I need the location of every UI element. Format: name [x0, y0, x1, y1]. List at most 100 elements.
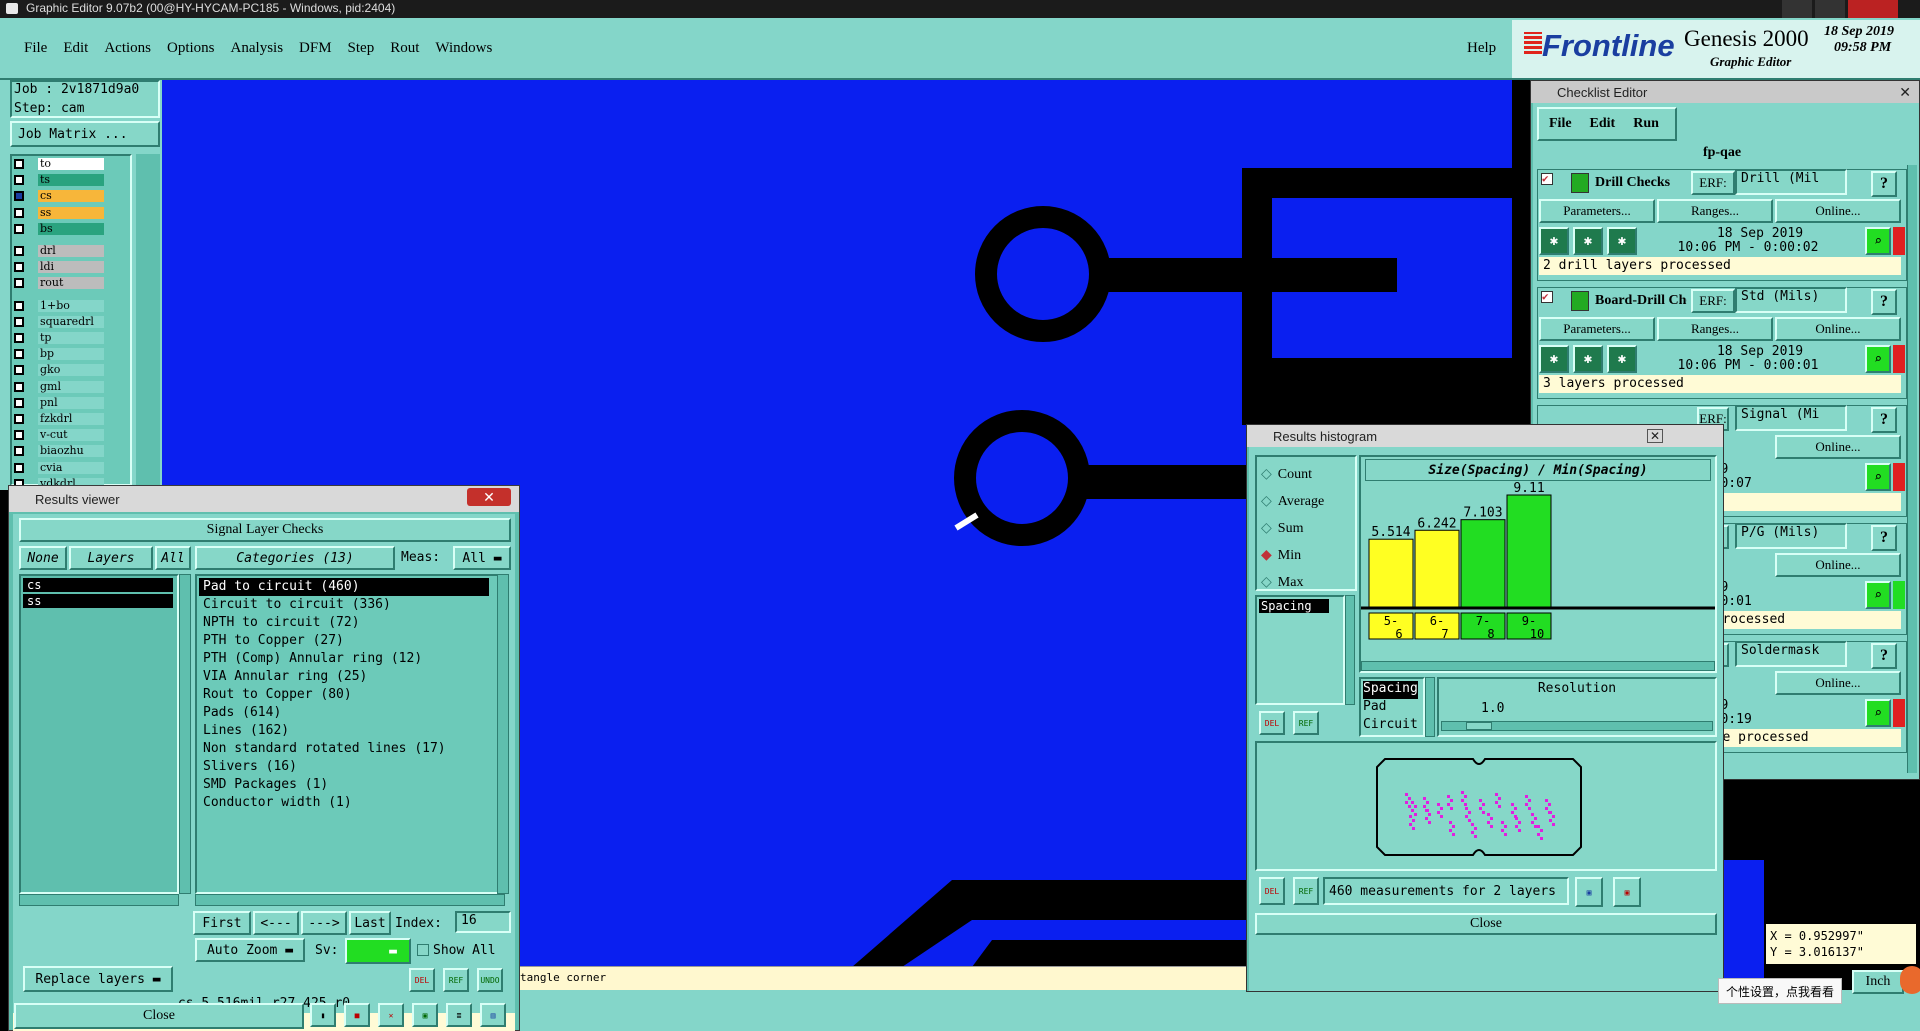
layer-row[interactable]: cvia [14, 461, 104, 474]
category-item[interactable]: NPTH to circuit (72) [199, 614, 489, 632]
histogram-close-button[interactable]: Close [1255, 913, 1717, 935]
type-item[interactable]: Pad [1363, 699, 1418, 717]
replace-layers-select[interactable]: Replace layers ▬ [23, 966, 173, 992]
checklist-menu-file[interactable]: File [1549, 116, 1572, 132]
layer-row[interactable]: pnl [14, 396, 104, 409]
none-button[interactable]: None [19, 546, 67, 570]
ranges-button[interactable]: Ranges... [1657, 199, 1773, 223]
histogram-list-item[interactable]: Spacing [1259, 599, 1329, 613]
layer-row[interactable]: gml [14, 380, 104, 393]
checklist-menu-edit[interactable]: Edit [1590, 116, 1616, 132]
layer-checkbox[interactable] [14, 365, 24, 376]
type-item[interactable]: Spacing [1363, 681, 1418, 699]
layer-checkbox[interactable] [14, 414, 24, 424]
zoom-results-icon[interactable]: ⌕ [1865, 699, 1891, 727]
layer-checkbox[interactable] [14, 300, 24, 311]
histogram-ref-button[interactable]: REF [1293, 711, 1319, 735]
layer-checkbox[interactable] [14, 191, 24, 202]
layer-row[interactable]: squaredrl [14, 315, 104, 328]
erf-button[interactable]: ERF: [1691, 171, 1735, 195]
zoom-results-icon[interactable]: ⌕ [1865, 581, 1891, 609]
meas-select[interactable]: All ▬ [453, 546, 511, 570]
erf-field[interactable]: P/G (Mils) [1735, 523, 1847, 549]
zoom-results-icon[interactable]: ⌕ [1865, 345, 1891, 373]
menu-edit[interactable]: Edit [63, 40, 88, 57]
preview-del-button[interactable]: DEL [1259, 877, 1285, 905]
layer-row[interactable]: ldi [14, 261, 104, 274]
mode-option[interactable]: ◇ Average [1261, 488, 1324, 515]
job-matrix-button[interactable]: Job Matrix ... [10, 121, 160, 147]
layer-row[interactable]: ts [14, 174, 104, 187]
check-enable-checkbox[interactable]: ✔ [1541, 173, 1553, 185]
layer-row[interactable]: gko [14, 364, 104, 377]
check-enable-checkbox[interactable]: ✔ [1541, 291, 1553, 303]
unit-button[interactable]: Inch [1852, 970, 1904, 994]
results-layer-item[interactable]: ss [23, 594, 173, 608]
layer-row[interactable]: biaozhu [14, 445, 104, 458]
zoom-select-icon[interactable]: ▣ [1613, 877, 1641, 907]
mode-option[interactable]: ◇ Sum [1261, 515, 1324, 542]
layer-checkbox[interactable] [14, 349, 24, 360]
erf-field[interactable]: Std (Mils) [1735, 287, 1847, 313]
sv-color-select[interactable]: ▬ [345, 938, 411, 964]
erf-field[interactable]: Drill (Mil [1735, 169, 1847, 195]
ranges-button[interactable]: Ranges... [1657, 317, 1773, 341]
help-icon[interactable]: ? [1871, 643, 1897, 669]
category-item[interactable]: Circuit to circuit (336) [199, 596, 489, 614]
histogram-del-button[interactable]: DEL [1259, 711, 1285, 735]
erf-field[interactable]: Soldermask [1735, 641, 1847, 667]
layer-vscroll[interactable] [179, 574, 191, 894]
menu-file[interactable]: File [24, 40, 47, 57]
layer-hscroll[interactable] [19, 894, 179, 906]
stop-icon[interactable]: ✱ [1607, 345, 1637, 373]
layer-checkbox[interactable] [14, 446, 24, 457]
mode-option[interactable]: ◇ Max [1261, 569, 1324, 596]
parameters-button[interactable]: Parameters... [1539, 317, 1655, 341]
chart-hscroll[interactable] [1361, 661, 1715, 671]
category-item[interactable]: Lines (162) [199, 722, 489, 740]
radio-icon[interactable]: ◆ [1261, 547, 1272, 564]
category-vscroll[interactable] [497, 574, 509, 894]
help-icon[interactable]: ? [1871, 171, 1897, 197]
resolution-slider-handle[interactable] [1466, 722, 1492, 730]
resolution-slider[interactable] [1441, 721, 1713, 731]
all-button[interactable]: All [155, 546, 191, 570]
minimize-icon[interactable] [1782, 0, 1812, 18]
layer-checkbox[interactable] [14, 381, 24, 392]
layer-scrollbar[interactable] [136, 154, 160, 486]
first-button[interactable]: First [193, 911, 251, 935]
maximize-icon[interactable] [1815, 0, 1845, 18]
category-item[interactable]: PTH to Copper (27) [199, 632, 489, 650]
layer-row[interactable]: 1+bo [14, 299, 104, 312]
layer-row[interactable]: ss [14, 206, 104, 219]
category-item[interactable]: Non standard rotated lines (17) [199, 740, 489, 758]
run-icon[interactable]: ✱ [1539, 345, 1569, 373]
menu-windows[interactable]: Windows [435, 40, 492, 57]
zoom-fit-icon[interactable]: ▣ [1575, 877, 1603, 907]
auto-zoom-select[interactable]: Auto Zoom ▬ [195, 938, 305, 962]
run-all-icon[interactable]: ✱ [1573, 227, 1603, 255]
layer-checkbox[interactable] [14, 333, 24, 343]
category-item[interactable]: VIA Annular ring (25) [199, 668, 489, 686]
ref-button[interactable]: REF [443, 968, 469, 992]
prev-button[interactable]: <--- [253, 911, 299, 935]
layer-row[interactable]: drl [14, 245, 104, 257]
radio-icon[interactable]: ◇ [1261, 520, 1272, 537]
results-layer-item[interactable]: cs [23, 578, 173, 592]
layer-checkbox[interactable] [14, 430, 24, 441]
run-all-icon[interactable]: ✱ [1573, 345, 1603, 373]
undo-button[interactable]: UNDO [477, 968, 503, 992]
category-hscroll[interactable] [195, 894, 505, 906]
menu-options[interactable]: Options [167, 40, 215, 57]
layer-checkbox[interactable] [14, 462, 24, 473]
close-icon[interactable] [1848, 0, 1898, 18]
run-icon[interactable]: ✱ [1539, 227, 1569, 255]
show-all-checkbox[interactable] [417, 944, 429, 956]
layer-checkbox[interactable] [14, 175, 24, 186]
menu-dfm[interactable]: DFM [299, 40, 332, 57]
menu-help[interactable]: Help [1467, 40, 1496, 57]
online-button[interactable]: Online... [1775, 671, 1901, 695]
checklist-scrollbar[interactable] [1907, 165, 1917, 773]
parameters-button[interactable]: Parameters... [1539, 199, 1655, 223]
online-button[interactable]: Online... [1775, 435, 1901, 459]
